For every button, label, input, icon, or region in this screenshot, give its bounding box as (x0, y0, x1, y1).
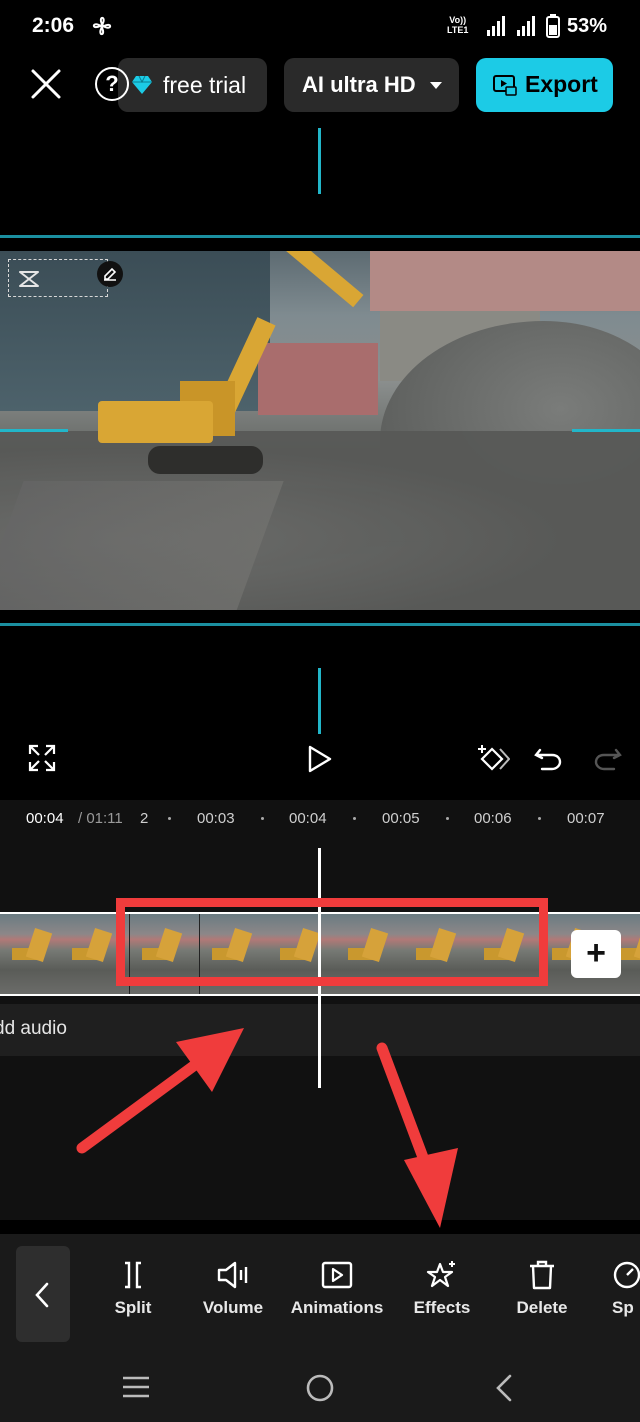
capcut-logo-icon (19, 271, 39, 287)
ruler-mark: 00:05 (382, 810, 420, 827)
add-audio-label: dd audio (0, 1018, 67, 1039)
export-label: Export (525, 71, 598, 97)
split-tool[interactable]: Split (104, 1260, 162, 1318)
top-guide (0, 235, 640, 238)
chevron-left-icon (35, 1282, 49, 1308)
edit-watermark-button[interactable] (97, 261, 123, 287)
center-guide (318, 668, 321, 734)
play-icon[interactable] (306, 744, 334, 774)
speed-label: Sp (612, 1298, 634, 1317)
resolution-dropdown[interactable]: AI ultra HD (284, 58, 459, 112)
caret-down-icon (430, 82, 442, 89)
free-trial-label: free trial (163, 72, 247, 98)
fan-icon (92, 16, 112, 36)
volume-icon (217, 1261, 248, 1289)
ruler-mark: 00:06 (474, 810, 512, 827)
highlight-box-clip (116, 898, 548, 986)
ruler-mark: 2 (140, 810, 149, 827)
recent-apps-icon[interactable] (120, 1374, 152, 1400)
system-navigation-bar (0, 1352, 640, 1422)
help-button[interactable]: ? (95, 67, 129, 101)
edit-toolbar: Split Volume Animations Effects Delete S… (0, 1234, 640, 1352)
timeline-ruler[interactable]: 00:04 / 01:11 2 00:03 00:04 00:05 00:06 … (0, 800, 640, 840)
watermark-box[interactable] (8, 259, 123, 297)
diamond-icon (132, 76, 152, 94)
undo-icon[interactable] (534, 744, 562, 772)
effects-tool[interactable]: Effects (408, 1260, 476, 1318)
effects-star-icon (426, 1261, 455, 1288)
volume-tool[interactable]: Volume (197, 1260, 269, 1318)
center-guide (318, 128, 321, 194)
right-guide (572, 429, 640, 432)
left-guide (0, 429, 68, 432)
ruler-mark: 00:03 (197, 810, 235, 827)
trash-icon (530, 1260, 554, 1290)
editor-top-bar: free trial ? AI ultra HD Export (0, 56, 640, 116)
split-label: Split (114, 1298, 152, 1317)
signal-icon (517, 16, 535, 36)
delete-label: Delete (516, 1298, 568, 1317)
free-trial-button[interactable]: free trial (118, 58, 267, 112)
split-icon (125, 1261, 141, 1289)
animations-label: Animations (290, 1298, 384, 1317)
close-icon[interactable] (26, 64, 66, 104)
pencil-icon (104, 267, 117, 281)
status-time: 2:06 (32, 14, 75, 37)
toolbar-back-button[interactable] (16, 1246, 70, 1342)
home-icon[interactable] (304, 1374, 336, 1402)
effects-label: Effects (413, 1298, 471, 1317)
fullscreen-icon[interactable] (28, 744, 56, 772)
volte-indicator: Vo)) LTE1 (447, 15, 469, 35)
redo-icon[interactable] (594, 744, 622, 772)
speed-icon (613, 1261, 640, 1289)
volume-label: Volume (202, 1298, 264, 1317)
resolution-label: AI ultra HD (302, 72, 416, 97)
signal-icon (487, 16, 505, 36)
video-preview[interactable] (0, 251, 640, 610)
current-time: 00:04 (26, 810, 64, 827)
status-bar: 2:06 Vo)) LTE1 53% (0, 0, 640, 56)
delete-tool[interactable]: Delete (512, 1260, 572, 1318)
battery-level: 53% (567, 15, 608, 37)
add-clip-button[interactable]: + (571, 930, 621, 978)
ruler-mark: 00:07 (567, 810, 605, 827)
export-icon (493, 75, 517, 96)
animations-tool[interactable]: Animations (288, 1260, 386, 1318)
export-button[interactable]: Export (476, 58, 613, 112)
speed-tool[interactable]: Sp (612, 1260, 640, 1318)
animation-icon (321, 1261, 353, 1289)
back-icon[interactable] (492, 1374, 516, 1402)
keyframe-icon[interactable] (474, 744, 510, 774)
battery-icon (546, 14, 560, 38)
ruler-mark: 00:04 (289, 810, 327, 827)
playback-controls (0, 730, 640, 790)
total-duration: / 01:11 (78, 810, 123, 827)
bottom-guide (0, 623, 640, 626)
